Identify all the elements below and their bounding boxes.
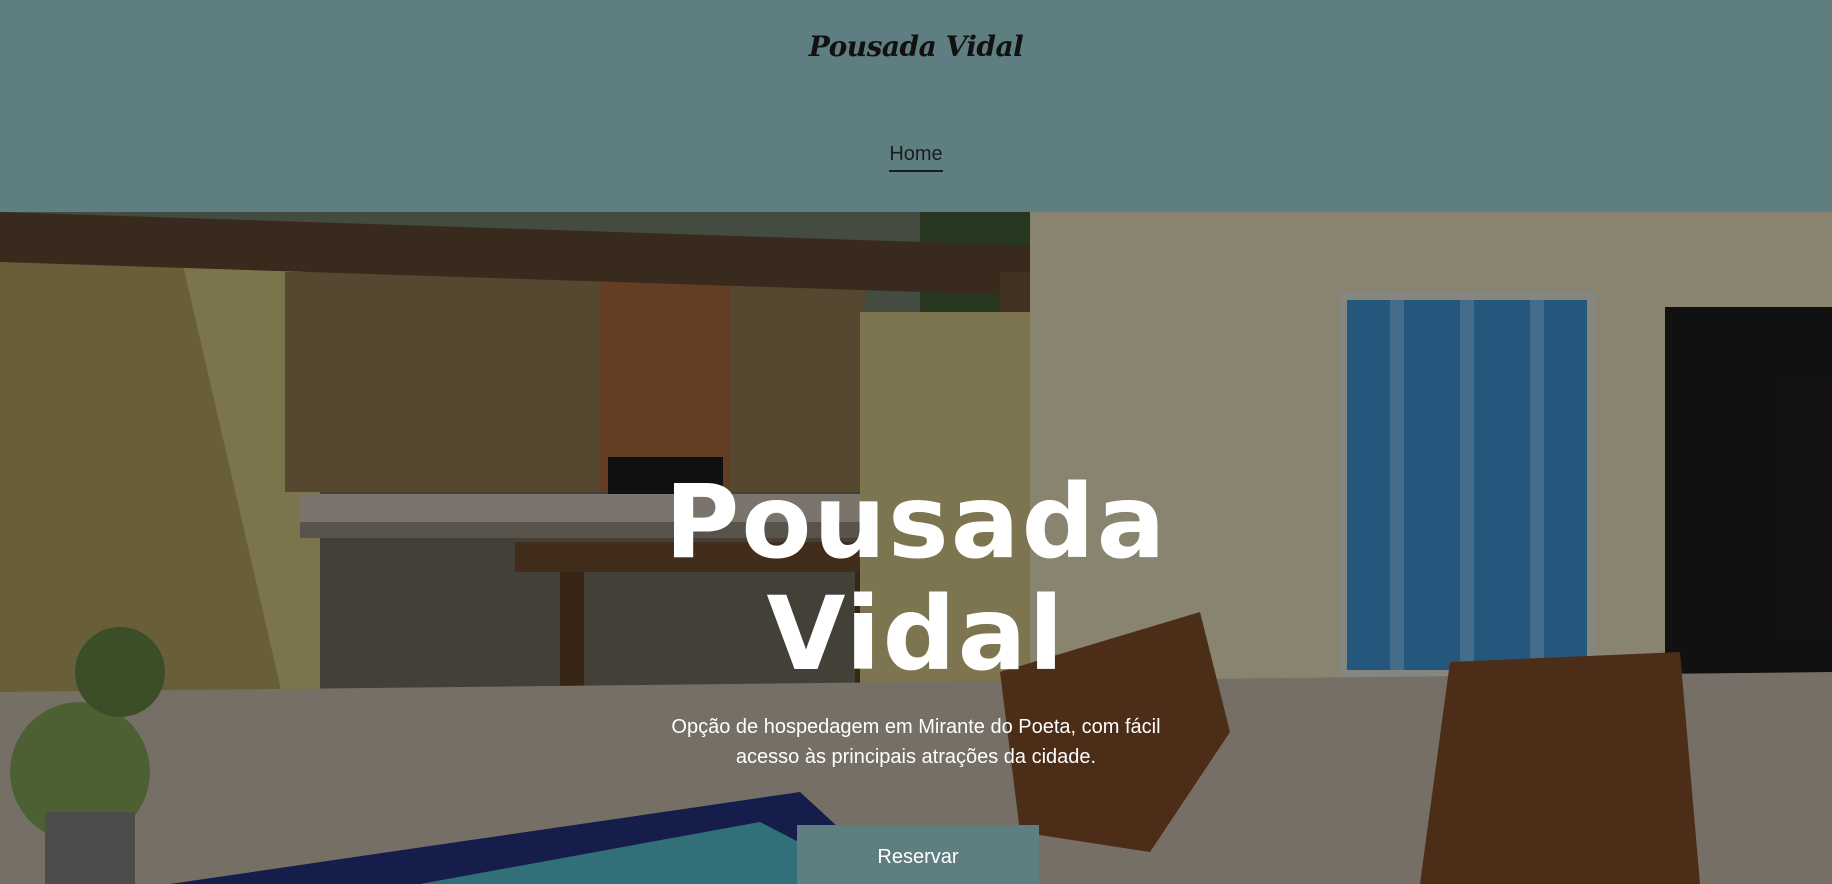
hero-subtitle-line-2: acesso às principais atrações da cidade. [735, 746, 1097, 768]
hero-subtitle: Opção de hospedagem em Mirante do Poeta,… [616, 712, 1216, 772]
hero-subtitle-line-1: Opção de hospedagem em Mirante do Poeta,… [671, 716, 1161, 738]
hero-title: Pousada Vidal [0, 467, 1832, 691]
hero-title-line-1: Pousada [664, 463, 1168, 582]
site-logo-title[interactable]: Pousada Vidal [0, 30, 1832, 63]
hero-title-line-2: Vidal [766, 575, 1066, 694]
reserve-button[interactable]: Reservar [797, 825, 1039, 884]
hero-section: Pousada Vidal Opção de hospedagem em Mir… [0, 212, 1832, 884]
nav-link-home[interactable]: Home [889, 143, 943, 172]
main-nav: Home [0, 143, 1832, 172]
site-header: Pousada Vidal Home [0, 0, 1832, 212]
